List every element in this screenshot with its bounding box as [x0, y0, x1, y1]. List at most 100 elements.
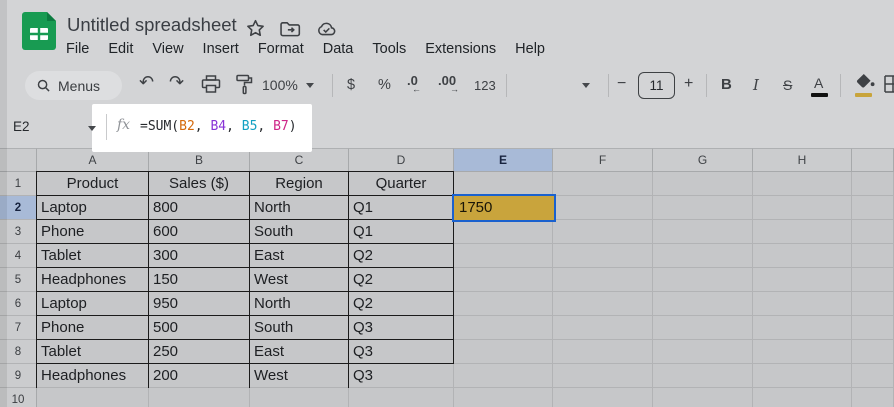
cell[interactable]: [149, 388, 250, 407]
format-currency-button[interactable]: $: [347, 75, 355, 95]
cell[interactable]: Sales ($): [149, 172, 250, 196]
cell[interactable]: Q3: [349, 364, 454, 388]
cell[interactable]: Q3: [349, 316, 454, 340]
italic-button[interactable]: I: [753, 75, 759, 95]
cell[interactable]: [753, 268, 852, 292]
menu-item-data[interactable]: Data: [323, 41, 354, 57]
borders-icon[interactable]: [884, 75, 894, 93]
cell[interactable]: [653, 292, 753, 316]
cell[interactable]: [454, 340, 553, 364]
cell[interactable]: [753, 244, 852, 268]
cell[interactable]: 200: [149, 364, 250, 388]
cell[interactable]: [852, 172, 894, 196]
cell[interactable]: 150: [149, 268, 250, 292]
cell[interactable]: [753, 292, 852, 316]
cell[interactable]: Q1: [349, 220, 454, 244]
font-size-input[interactable]: 11: [638, 72, 675, 99]
cell[interactable]: [454, 244, 553, 268]
cell[interactable]: South: [250, 220, 349, 244]
print-icon[interactable]: [201, 75, 221, 94]
selected-cell[interactable]: 1750: [452, 194, 556, 222]
menu-item-tools[interactable]: Tools: [372, 41, 406, 57]
decrease-font-size-button[interactable]: −: [617, 74, 626, 94]
cell[interactable]: [852, 220, 894, 244]
cell[interactable]: [753, 364, 852, 388]
cell[interactable]: [852, 268, 894, 292]
cell[interactable]: [653, 244, 753, 268]
cell[interactable]: [553, 244, 653, 268]
cell[interactable]: Phone: [37, 316, 149, 340]
paint-format-icon[interactable]: [236, 74, 253, 95]
cell[interactable]: [852, 316, 894, 340]
column-header-F[interactable]: F: [553, 148, 653, 172]
menu-item-view[interactable]: View: [152, 41, 183, 57]
move-folder-icon[interactable]: [280, 21, 301, 37]
cell[interactable]: [653, 340, 753, 364]
cell[interactable]: Q1: [349, 196, 454, 220]
cell[interactable]: Laptop: [37, 196, 149, 220]
cell[interactable]: West: [250, 268, 349, 292]
cell[interactable]: Q2: [349, 292, 454, 316]
cell[interactable]: East: [250, 244, 349, 268]
cell[interactable]: [753, 220, 852, 244]
cell[interactable]: [653, 220, 753, 244]
menu-item-file[interactable]: File: [66, 41, 89, 57]
cell[interactable]: 600: [149, 220, 250, 244]
cell[interactable]: [852, 196, 894, 220]
cell[interactable]: [553, 364, 653, 388]
cell[interactable]: [37, 388, 149, 407]
cell[interactable]: [553, 196, 653, 220]
cell[interactable]: North: [250, 292, 349, 316]
cell[interactable]: West: [250, 364, 349, 388]
cell[interactable]: [454, 316, 553, 340]
cell[interactable]: 950: [149, 292, 250, 316]
cell[interactable]: Quarter: [349, 172, 454, 196]
cell[interactable]: [753, 388, 852, 407]
font-dropdown-caret-icon[interactable]: [582, 83, 590, 88]
cell[interactable]: [753, 196, 852, 220]
cell[interactable]: [454, 388, 553, 407]
cell[interactable]: Tablet: [37, 340, 149, 364]
cell[interactable]: North: [250, 196, 349, 220]
cell[interactable]: South: [250, 316, 349, 340]
cell[interactable]: Q2: [349, 268, 454, 292]
menu-item-format[interactable]: Format: [258, 41, 304, 57]
cell[interactable]: [454, 364, 553, 388]
sheets-logo-icon[interactable]: [22, 12, 56, 50]
column-header-partial[interactable]: [852, 148, 894, 172]
menu-item-extensions[interactable]: Extensions: [425, 41, 496, 57]
cell[interactable]: [653, 364, 753, 388]
cell[interactable]: [250, 388, 349, 407]
menu-item-edit[interactable]: Edit: [108, 41, 133, 57]
format-percent-button[interactable]: %: [378, 75, 391, 95]
strikethrough-button[interactable]: S: [783, 75, 792, 95]
increase-font-size-button[interactable]: +: [684, 74, 693, 94]
cell[interactable]: [553, 316, 653, 340]
cell[interactable]: [553, 292, 653, 316]
cell[interactable]: [454, 292, 553, 316]
cell[interactable]: [653, 268, 753, 292]
star-icon[interactable]: [246, 19, 265, 38]
cell[interactable]: East: [250, 340, 349, 364]
formula-input[interactable]: =SUM(B2, B4, B5, B7): [140, 119, 297, 134]
name-box-caret-icon[interactable]: [88, 126, 96, 131]
cell[interactable]: Headphones: [37, 268, 149, 292]
bold-button[interactable]: B: [721, 75, 732, 95]
cell[interactable]: [553, 340, 653, 364]
cell[interactable]: [753, 340, 852, 364]
menu-item-insert[interactable]: Insert: [203, 41, 239, 57]
cell[interactable]: [852, 388, 894, 407]
cell[interactable]: Region: [250, 172, 349, 196]
cell[interactable]: [553, 220, 653, 244]
cell[interactable]: [852, 364, 894, 388]
zoom-select[interactable]: 100%: [262, 75, 298, 95]
name-box[interactable]: E2: [13, 119, 30, 134]
cell[interactable]: Product: [37, 172, 149, 196]
cell[interactable]: [553, 388, 653, 407]
document-title[interactable]: Untitled spreadsheet: [67, 14, 237, 36]
column-header-H[interactable]: H: [753, 148, 852, 172]
cell[interactable]: [454, 268, 553, 292]
cell[interactable]: Phone: [37, 220, 149, 244]
column-header-E[interactable]: E: [454, 148, 553, 172]
cell[interactable]: Tablet: [37, 244, 149, 268]
